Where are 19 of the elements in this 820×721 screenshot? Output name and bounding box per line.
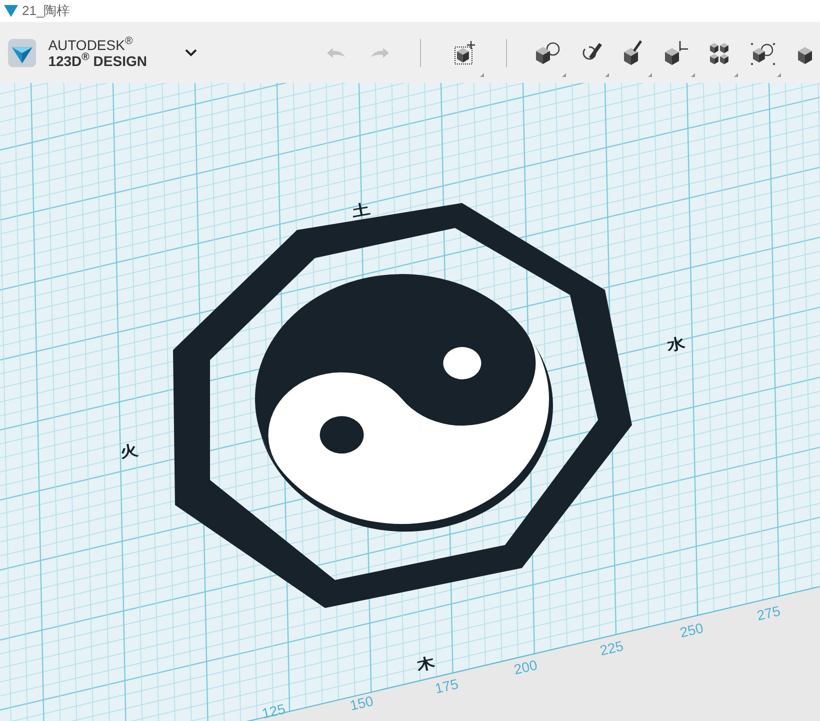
ruler-label: 150 — [348, 692, 376, 716]
product-name: 123D$^{®}$ DESIGN — [48, 52, 147, 68]
ruler-label: 200 — [512, 656, 540, 680]
ruler-label: 250 — [678, 618, 706, 642]
compass-character: 水 — [665, 334, 687, 356]
modify-tool-icon — [662, 38, 690, 66]
compass-character: 火 — [118, 440, 140, 463]
compass-character: 土 — [350, 200, 372, 222]
window-title: 21_陶梓 — [22, 2, 70, 20]
compass-character: 木 — [414, 653, 438, 676]
brand-name: AUTODESK$^{®}$ — [48, 36, 134, 52]
ruler-label: 125 — [260, 700, 288, 721]
ruler-label: 275 — [754, 602, 782, 626]
ruler-label: 175 — [432, 674, 460, 698]
app-logo-icon — [4, 5, 18, 17]
undo-arrow-icon — [325, 46, 348, 58]
redo-arrow-icon — [369, 46, 392, 58]
ruler-label: 225 — [598, 636, 626, 660]
chevron-down-icon — [184, 48, 198, 56]
